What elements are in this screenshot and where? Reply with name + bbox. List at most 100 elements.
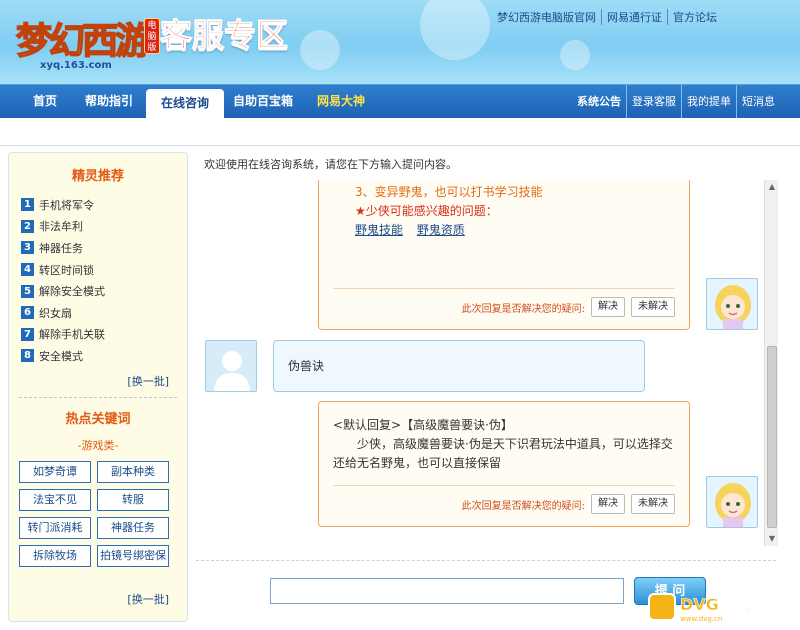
gamepad-icon xyxy=(648,593,676,621)
chat-log: 3、变异野鬼，也可以打书学习技能 ★少侠可能感兴趣的问题： 野鬼技能 野鬼资质 … xyxy=(198,180,778,548)
sidebar-divider xyxy=(19,396,177,398)
tip-label: 手机将军令 xyxy=(39,198,94,212)
keywords-title: 热点关键词 xyxy=(65,411,131,427)
keywords-grid: 如梦奇谭 副本种类 法宝不见 转服 转门派消耗 神器任务 拆除牧场 拍镜号绑密保 xyxy=(19,460,187,567)
bot-message-line: ★少侠可能感兴趣的问题： xyxy=(355,204,498,218)
tips-refresh-link[interactable]: [换一批] xyxy=(9,373,169,389)
watermark: DVG游戏网 www.dvg.cn xyxy=(648,588,798,626)
tip-label: 安全模式 xyxy=(39,349,83,363)
tip-item[interactable]: 8 安全模式 xyxy=(21,345,187,367)
tip-label: 非法牟利 xyxy=(39,220,83,234)
tip-number: 3 xyxy=(21,241,34,255)
keyword-button[interactable]: 如梦奇谭 xyxy=(19,460,91,483)
keywords-refresh-link[interactable]: [换一批] xyxy=(127,591,169,607)
sidebar: 精灵推荐 1 手机将军令 2 非法牟利 3 神器任务 4 转区时间锁 5 解除安全模式 6… xyxy=(8,152,188,622)
bot-avatar xyxy=(706,278,758,330)
feedback-divider xyxy=(333,288,675,289)
input-divider xyxy=(196,560,776,561)
keyword-button[interactable]: 拍镜号绑密保 xyxy=(97,544,169,567)
feedback-divider xyxy=(333,485,675,486)
tip-number: 1 xyxy=(21,198,34,212)
nav-online-consult[interactable]: 在线咨询 xyxy=(146,89,224,119)
bot-message-title: <默认回复>【高级魔兽要诀·伪】 xyxy=(333,418,513,432)
keyword-button[interactable]: 法宝不见 xyxy=(19,488,91,511)
bot-message: 3、变异野鬼，也可以打书学习技能 ★少侠可能感兴趣的问题： 野鬼技能 野鬼资质 … xyxy=(318,180,690,330)
keyword-button[interactable]: 拆除牧场 xyxy=(19,544,91,567)
tip-number: 6 xyxy=(21,306,34,320)
unresolved-button[interactable]: 未解决 xyxy=(631,297,675,317)
page-title: 客服专区 xyxy=(159,16,289,55)
nav-home[interactable]: 首页 xyxy=(20,85,70,118)
site-header: 梦幻西游 电脑版 xyq.163.com 客服专区 梦幻西游电脑版官网 网易通行… xyxy=(0,0,800,84)
tip-label: 解除手机关联 xyxy=(39,328,105,342)
top-link-passport[interactable]: 网易通行证 xyxy=(602,9,668,25)
tip-item[interactable]: 7 解除手机关联 xyxy=(21,324,187,346)
resolved-button[interactable]: 解决 xyxy=(591,494,625,514)
nav-my-tickets[interactable]: 我的提单 xyxy=(682,85,737,118)
top-links: 梦幻西游电脑版官网 网易通行证 官方论坛 xyxy=(492,9,722,25)
nav-announcement[interactable]: 系统公告 xyxy=(572,85,627,118)
tip-item[interactable]: 4 转区时间锁 xyxy=(21,259,187,281)
main-nav: 首页 帮助指引 在线咨询 自助百宝箱 网易大神 系统公告 登录客服 我的提单 短… xyxy=(0,84,800,119)
top-link-official[interactable]: 梦幻西游电脑版官网 xyxy=(492,9,602,25)
chat-scrollbar[interactable]: ▲ ▼ xyxy=(764,180,778,546)
user-message: 伪兽诀 xyxy=(273,340,645,392)
related-link[interactable]: 野鬼技能 xyxy=(355,223,403,237)
watermark-text: DVG游戏网 xyxy=(680,595,767,615)
tip-item[interactable]: 3 神器任务 xyxy=(21,237,187,259)
keywords-category: -游戏类- xyxy=(77,438,119,452)
feedback-label: 此次回复是否解决您的疑问: xyxy=(461,500,585,512)
tip-label: 转区时间锁 xyxy=(39,263,94,277)
tip-label: 神器任务 xyxy=(39,241,83,255)
tip-number: 4 xyxy=(21,263,34,277)
related-link[interactable]: 野鬼资质 xyxy=(417,223,465,237)
nav-help[interactable]: 帮助指引 xyxy=(78,85,140,118)
bot-avatar-icon xyxy=(707,477,757,527)
tip-item[interactable]: 2 非法牟利 xyxy=(21,216,187,238)
nav-login-service[interactable]: 登录客服 xyxy=(627,85,682,118)
tips-title: 精灵推荐 xyxy=(71,169,124,184)
bot-message: <默认回复>【高级魔兽要诀·伪】 少侠，高级魔兽要诀·伪是天下识君玩法中道具，可… xyxy=(318,401,690,527)
keyword-button[interactable]: 转服 xyxy=(97,488,169,511)
scroll-thumb[interactable] xyxy=(767,346,777,528)
tip-item[interactable]: 5 解除安全模式 xyxy=(21,280,187,302)
top-link-forum[interactable]: 官方论坛 xyxy=(668,9,722,25)
nav-messages[interactable]: 短消息 xyxy=(737,85,780,118)
tip-number: 7 xyxy=(21,327,34,341)
bot-message-body: 少侠，高级魔兽要诀·伪是天下识君玩法中道具，可以选择交还给无名野鬼，也可以直接保… xyxy=(333,437,673,470)
tip-item[interactable]: 6 织女扇 xyxy=(21,302,187,324)
bot-avatar xyxy=(706,476,758,528)
welcome-text: 欢迎使用在线咨询系统，请您在下方输入提问内容。 xyxy=(204,158,457,171)
question-input[interactable] xyxy=(270,578,624,604)
tips-list: 1 手机将军令 2 非法牟利 3 神器任务 4 转区时间锁 5 解除安全模式 6 织女扇 7… xyxy=(21,194,187,367)
bot-message-line: 3、变异野鬼，也可以打书学习技能 xyxy=(355,185,543,199)
user-message-text: 伪兽诀 xyxy=(288,359,325,373)
game-logo[interactable]: 梦幻西游 电脑版 xyq.163.com xyxy=(8,6,160,71)
nav-netease-dashen[interactable]: 网易大神 xyxy=(306,85,376,118)
feedback-row: 此次回复是否解决您的疑问: 解决 未解决 xyxy=(462,494,675,514)
logo-url: xyq.163.com xyxy=(40,60,112,71)
logo-badge: 电脑版 xyxy=(144,18,160,54)
bot-avatar-icon xyxy=(707,279,757,329)
tip-number: 8 xyxy=(21,349,34,363)
sub-strip xyxy=(0,118,800,146)
tip-label: 织女扇 xyxy=(39,306,72,320)
tip-number: 5 xyxy=(21,284,34,298)
unresolved-button[interactable]: 未解决 xyxy=(631,494,675,514)
tip-number: 2 xyxy=(21,219,34,233)
decor-bubble xyxy=(300,30,340,70)
user-avatar-icon xyxy=(206,341,256,391)
scroll-down-icon[interactable]: ▼ xyxy=(765,532,779,546)
keyword-button[interactable]: 神器任务 xyxy=(97,516,169,539)
keyword-button[interactable]: 转门派消耗 xyxy=(19,516,91,539)
tip-item[interactable]: 1 手机将军令 xyxy=(21,194,187,216)
decor-bubble xyxy=(560,40,590,70)
keyword-button[interactable]: 副本种类 xyxy=(97,460,169,483)
user-avatar xyxy=(205,340,257,392)
decor-bubble xyxy=(420,0,490,60)
scroll-up-icon[interactable]: ▲ xyxy=(765,180,779,194)
watermark-sub: www.dvg.cn xyxy=(680,615,723,623)
logo-text: 梦幻西游 xyxy=(15,19,152,63)
nav-self-service[interactable]: 自助百宝箱 xyxy=(228,85,298,118)
resolved-button[interactable]: 解决 xyxy=(591,297,625,317)
